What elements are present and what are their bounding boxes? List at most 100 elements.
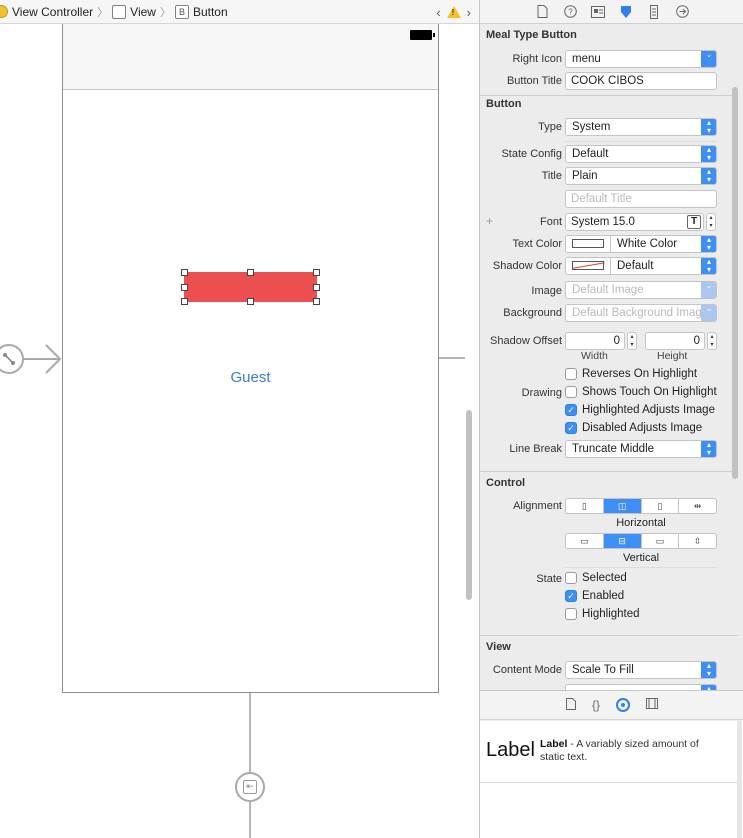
enabled-checkbox[interactable]: ✓ Enabled [565, 590, 624, 602]
line-break-popup[interactable]: Truncate Middle ▴ ▾ [565, 440, 717, 458]
type-value: System [572, 121, 611, 133]
align-center-icon[interactable]: ◫ [603, 499, 642, 513]
add-variation-icon[interactable]: + [486, 214, 493, 228]
attributes-icon[interactable] [617, 3, 635, 21]
title-value: Plain [572, 170, 598, 182]
text-color-label: Text Color [512, 238, 562, 250]
shadow-width-field[interactable]: 0 [565, 332, 625, 350]
chevron-down-icon[interactable]: ⌄ [701, 282, 716, 298]
align-right-icon[interactable]: ▯ [642, 499, 680, 513]
shadow-color-popup[interactable]: Default ▴ ▾ [565, 257, 717, 275]
font-size-stepper[interactable]: ▴ ▾ [706, 213, 716, 231]
line-break-value: Truncate Middle [572, 443, 655, 455]
library-item-label[interactable]: Label Label - A variably sized amount of… [480, 721, 738, 783]
braces-icon[interactable]: {} [592, 698, 600, 712]
inspector-panel: ? Meal Type Button Right Icon menu ⌄ But… [479, 0, 743, 838]
help-icon[interactable]: ? [561, 3, 579, 21]
shadow-height-stepper[interactable]: ▴ ▾ [707, 332, 717, 350]
resize-handle[interactable] [313, 298, 320, 305]
default-title-field[interactable]: Default Title [565, 190, 717, 208]
chevron-right-icon: 〉 [159, 6, 171, 19]
entry-segue-icon[interactable] [0, 344, 24, 374]
chevron-right-icon[interactable]: › [467, 5, 471, 20]
library-scrollbar[interactable] [737, 721, 742, 838]
font-picker-icon[interactable]: T [687, 215, 701, 229]
resize-handle[interactable] [181, 284, 188, 291]
disabled-adjusts-checkbox[interactable]: ✓ Disabled Adjusts Image [565, 422, 702, 434]
guest-label[interactable]: Guest [63, 369, 438, 386]
navigation-bar[interactable] [63, 24, 438, 90]
updown-arrows-icon: ▴▾ [701, 258, 716, 274]
type-popup[interactable]: System ▴ ▾ [565, 118, 717, 136]
align-bottom-icon[interactable]: ▭ [642, 534, 680, 548]
shadow-width-stepper[interactable]: ▴ ▾ [627, 332, 637, 350]
content-mode-value: Scale To Fill [572, 664, 634, 676]
right-icon-combobox[interactable]: menu ⌄ [565, 50, 717, 68]
selected-checkbox[interactable]: Selected [565, 572, 627, 584]
section-title: Button [486, 98, 522, 110]
battery-icon [410, 30, 435, 40]
resize-handle[interactable] [313, 269, 320, 276]
highlighted-label: Highlighted [582, 608, 640, 620]
resize-handle[interactable] [181, 269, 188, 276]
shows-touch-checkbox[interactable]: Shows Touch On Highlight [565, 386, 717, 398]
vertical-alignment-segmented[interactable]: ▭ ⊟ ▭ ⇳ [565, 533, 717, 549]
state-config-popup[interactable]: Default ▴ ▾ [565, 145, 717, 163]
object-library-icon[interactable] [616, 698, 630, 712]
image-value: Default Image [572, 284, 644, 296]
chevron-down-icon[interactable]: ⌄ [701, 51, 716, 67]
title-popup[interactable]: Plain ▴ ▾ [565, 167, 717, 185]
view-square-icon [112, 4, 127, 19]
resize-handle[interactable] [247, 269, 254, 276]
align-middle-icon[interactable]: ⊟ [603, 534, 642, 548]
connections-icon[interactable] [673, 3, 691, 21]
horizontal-alignment-segmented[interactable]: ▯ ◫ ▯ ⇹ [565, 498, 717, 514]
text-color-popup[interactable]: White Color ▴ ▾ [565, 235, 717, 253]
align-fill-icon[interactable]: ⇹ [679, 499, 716, 513]
shows-touch-label: Shows Touch On Highlight [582, 386, 717, 398]
exit-segue-icon[interactable]: ⇤ [235, 772, 265, 802]
background-combobox[interactable]: Default Background Image ⌄ [565, 304, 717, 322]
chevron-down-icon[interactable]: ⌄ [701, 305, 716, 321]
media-library-icon[interactable] [646, 698, 658, 712]
align-left-icon[interactable]: ▯ [566, 499, 604, 513]
jumpbar-item-view[interactable]: View [112, 0, 156, 24]
updown-arrows-icon: ▴▾ [701, 146, 716, 162]
image-combobox[interactable]: Default Image ⌄ [565, 281, 717, 299]
resize-handle[interactable] [247, 298, 254, 305]
checkbox-box [565, 386, 577, 398]
identity-icon[interactable] [589, 3, 607, 21]
highlighted-checkbox[interactable]: Highlighted [565, 608, 640, 620]
inspector-scrollbar[interactable] [732, 87, 738, 479]
alignment-label: Alignment [513, 500, 562, 512]
attributes-inspector[interactable]: Meal Type Button Right Icon menu ⌄ Butto… [480, 25, 743, 690]
jumpbar-item-button[interactable]: B Button [174, 0, 228, 24]
canvas-scrollbar[interactable] [466, 410, 472, 600]
size-icon[interactable] [645, 3, 663, 21]
file-template-icon[interactable] [565, 697, 576, 713]
jumpbar-label: View Controller [12, 4, 94, 19]
default-color-swatch [572, 261, 604, 271]
highlighted-adjusts-checkbox[interactable]: ✓ Highlighted Adjusts Image [565, 404, 715, 416]
content-mode-popup[interactable]: Scale To Fill ▴ ▾ [565, 661, 717, 679]
jumpbar-item-view-controller[interactable]: View Controller [0, 0, 93, 24]
connection-line [439, 357, 465, 359]
object-library-list[interactable]: Label Label - A variably sized amount of… [480, 721, 743, 838]
shadow-height-field[interactable]: 0 [645, 332, 705, 350]
right-icon-label: Right Icon [512, 53, 562, 65]
resize-handle[interactable] [181, 298, 188, 305]
align-vfill-icon[interactable]: ⇳ [679, 534, 716, 548]
reverses-checkbox[interactable]: Reverses On Highlight [565, 368, 697, 380]
section-title: View [486, 641, 511, 653]
drawing-label: Drawing [521, 387, 562, 399]
button-title-field[interactable]: COOK CIBOS [565, 72, 717, 90]
line-break-label: Line Break [509, 443, 562, 455]
chevron-left-icon[interactable]: ‹ [436, 5, 440, 20]
scene-view[interactable]: Guest [62, 24, 439, 693]
file-icon[interactable] [533, 3, 551, 21]
storyboard-canvas[interactable]: View Controller 〉 View 〉 B Button ‹ ! › … [0, 0, 479, 838]
resize-handle[interactable] [313, 284, 320, 291]
font-field[interactable]: System 15.0 T [565, 213, 704, 231]
align-top-icon[interactable]: ▭ [566, 534, 604, 548]
warning-icon[interactable]: ! [446, 6, 461, 18]
